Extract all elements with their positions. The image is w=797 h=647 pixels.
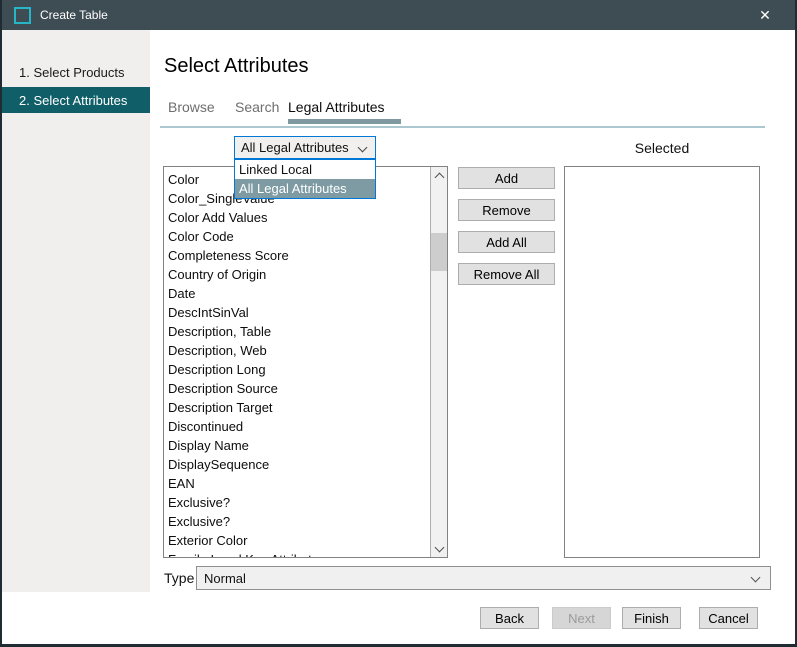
step-label: 1. Select Products — [19, 65, 125, 80]
tab-search[interactable]: Search — [235, 99, 279, 115]
available-attributes-list[interactable]: ColorColor_SingleValueColor Add ValuesCo… — [163, 166, 448, 558]
add-button[interactable]: Add — [458, 167, 555, 189]
attribute-list-item[interactable]: Description Long — [164, 360, 429, 379]
attribute-list-item[interactable]: Description, Table — [164, 322, 429, 341]
close-icon: ✕ — [759, 7, 771, 24]
attribute-list-item[interactable]: Display Name — [164, 436, 429, 455]
selected-label: Selected — [564, 140, 760, 156]
step-label: 2. Select Attributes — [19, 93, 127, 108]
attribute-list-item[interactable]: DescIntSinVal — [164, 303, 429, 322]
chevron-down-icon — [434, 542, 444, 552]
attribute-filter-value: All Legal Attributes — [241, 140, 349, 155]
create-table-dialog: Create Table ✕ 1. Select Products 2. Sel… — [0, 0, 797, 647]
title-bar: Create Table ✕ — [0, 0, 797, 30]
option-all-legal-attributes[interactable]: All Legal Attributes — [235, 179, 375, 198]
remove-button[interactable]: Remove — [458, 199, 555, 221]
tab-legal-attributes[interactable]: Legal Attributes — [288, 99, 385, 115]
chevron-up-icon — [434, 172, 444, 182]
back-button[interactable]: Back — [480, 607, 539, 629]
attribute-list-item[interactable]: EAN — [164, 474, 429, 493]
page-title: Select Attributes — [164, 55, 309, 78]
available-attributes-items: ColorColor_SingleValueColor Add ValuesCo… — [164, 170, 429, 557]
scroll-up-button[interactable] — [431, 167, 447, 184]
option-linked-local[interactable]: Linked Local — [235, 160, 375, 179]
window-border — [0, 0, 2, 647]
attribute-list-item[interactable]: Exclusive? — [164, 493, 429, 512]
attribute-filter-popup: Linked Local All Legal Attributes — [234, 159, 376, 199]
type-select-value: Normal — [204, 571, 246, 586]
attribute-list-item[interactable]: DisplaySequence — [164, 455, 429, 474]
attribute-list-item[interactable]: Family-Level Key Attribute — [164, 550, 429, 557]
scroll-down-button[interactable] — [431, 540, 447, 557]
step-select-attributes[interactable]: 2. Select Attributes — [2, 87, 150, 113]
window-icon — [14, 7, 31, 24]
active-tab-indicator — [288, 119, 401, 124]
selected-attributes-list[interactable] — [564, 166, 760, 558]
tabs-divider-line — [160, 126, 765, 128]
attribute-list-item[interactable]: Color Add Values — [164, 208, 429, 227]
cancel-button[interactable]: Cancel — [699, 607, 758, 629]
add-all-button[interactable]: Add All — [458, 231, 555, 253]
next-button: Next — [552, 607, 611, 629]
type-select[interactable]: Normal — [196, 566, 771, 590]
scrollbar[interactable] — [430, 167, 447, 557]
chevron-down-icon — [358, 143, 368, 153]
attribute-list-item[interactable]: Description Target — [164, 398, 429, 417]
window-title: Create Table — [40, 8, 108, 22]
attribute-list-item[interactable]: Date — [164, 284, 429, 303]
attribute-list-item[interactable]: Exclusive? — [164, 512, 429, 531]
wizard-sidebar: 1. Select Products 2. Select Attributes — [2, 30, 150, 592]
attribute-list-item[interactable]: Completeness Score — [164, 246, 429, 265]
attribute-list-item[interactable]: Description Source — [164, 379, 429, 398]
type-label: Type — [164, 570, 194, 586]
attribute-list-item[interactable]: Country of Origin — [164, 265, 429, 284]
step-select-products[interactable]: 1. Select Products — [2, 59, 150, 85]
scroll-thumb[interactable] — [431, 233, 447, 271]
close-button[interactable]: ✕ — [743, 0, 787, 30]
attribute-list-item[interactable]: Exterior Color — [164, 531, 429, 550]
finish-button[interactable]: Finish — [622, 607, 681, 629]
remove-all-button[interactable]: Remove All — [458, 263, 555, 285]
attribute-list-item[interactable]: Description, Web — [164, 341, 429, 360]
tab-browse[interactable]: Browse — [168, 99, 215, 115]
chevron-down-icon — [751, 573, 761, 583]
attribute-list-item[interactable]: Discontinued — [164, 417, 429, 436]
attribute-list-item[interactable]: Color Code — [164, 227, 429, 246]
attribute-filter-dropdown[interactable]: All Legal Attributes — [234, 136, 376, 159]
